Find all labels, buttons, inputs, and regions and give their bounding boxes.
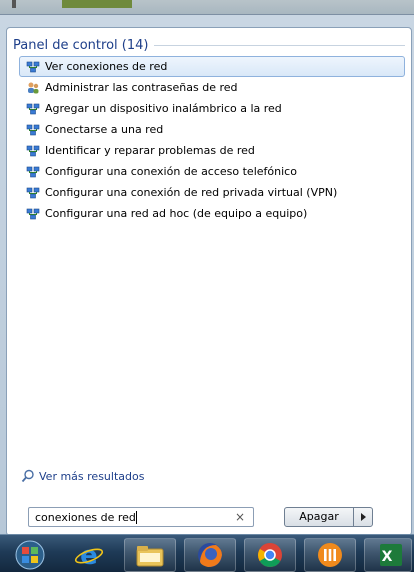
results-group-header: Panel de control (14) [13,34,405,56]
chrome-icon [258,543,282,568]
result-administrar-contrasenas[interactable]: Administrar las contraseñas de red [19,77,405,98]
firefox-icon [198,543,222,567]
shutdown-options-arrow-icon[interactable] [353,507,373,527]
network-icon [26,145,40,156]
magnifier-icon [21,469,34,483]
taskbar-file-explorer[interactable] [124,538,176,572]
shutdown-control: Apagar [284,507,374,527]
header-divider [154,44,405,46]
result-label: Configurar una red ad hoc (de equipo a e… [45,207,308,220]
start-orb-icon [15,540,45,570]
taskbar: e X [0,534,414,572]
desktop-thumbnail [62,0,132,8]
network-icon [26,124,40,135]
result-label: Agregar un dispositivo inalámbrico a la … [45,102,282,115]
network-icon [26,166,40,177]
taskbar-firefox[interactable] [184,538,236,572]
search-row: conexiones de red × Apagar [6,493,410,531]
start-button[interactable] [4,538,54,570]
search-results-panel: Panel de control (14) Ver conexiones de … [6,27,412,536]
search-input[interactable]: conexiones de red × [28,507,254,527]
result-label: Identificar y reparar problemas de red [45,144,255,157]
svg-text:X: X [382,549,393,565]
shutdown-button[interactable]: Apagar [284,507,354,527]
excel-icon: X [380,544,402,566]
file-explorer-icon [136,546,164,567]
result-label: Administrar las contraseñas de red [45,81,238,94]
network-icon [26,61,40,72]
desktop-item [12,0,16,8]
network-icon [26,103,40,114]
results-list: Ver conexiones de red Administrar las co… [19,56,405,224]
results-group-title[interactable]: Panel de control (14) [13,38,154,53]
result-acceso-telefonico[interactable]: Configurar una conexión de acceso telefó… [19,161,405,182]
app-icon [318,543,342,567]
network-icon [26,187,40,198]
result-label: Ver conexiones de red [45,60,168,73]
clear-search-icon[interactable]: × [235,510,245,524]
result-label: Configurar una conexión de red privada v… [45,186,338,199]
network-icon [26,208,40,219]
see-more-results-link[interactable]: Ver más resultados [21,469,144,483]
see-more-results-label: Ver más resultados [39,469,145,483]
result-conectarse-a-una-red[interactable]: Conectarse a una red [19,119,405,140]
result-ver-conexiones-de-red[interactable]: Ver conexiones de red [19,56,405,77]
result-agregar-dispositivo-inalambrico[interactable]: Agregar un dispositivo inalámbrico a la … [19,98,405,119]
internet-explorer-icon: e [74,541,104,570]
result-label: Configurar una conexión de acceso telefó… [45,165,297,178]
result-red-privada-virtual[interactable]: Configurar una conexión de red privada v… [19,182,405,203]
result-identificar-y-reparar[interactable]: Identificar y reparar problemas de red [19,140,405,161]
users-icon [28,82,39,93]
taskbar-excel[interactable]: X [364,538,412,572]
taskbar-app[interactable] [304,538,356,572]
taskbar-internet-explorer[interactable]: e [64,538,114,570]
result-red-ad-hoc[interactable]: Configurar una red ad hoc (de equipo a e… [19,203,405,224]
result-label: Conectarse a una red [45,123,164,136]
svg-text:e: e [80,541,98,570]
text-caret [136,511,137,524]
taskbar-chrome[interactable] [244,538,296,572]
search-input-value: conexiones de red [35,511,136,524]
start-menu: Panel de control (14) Ver conexiones de … [0,14,414,536]
